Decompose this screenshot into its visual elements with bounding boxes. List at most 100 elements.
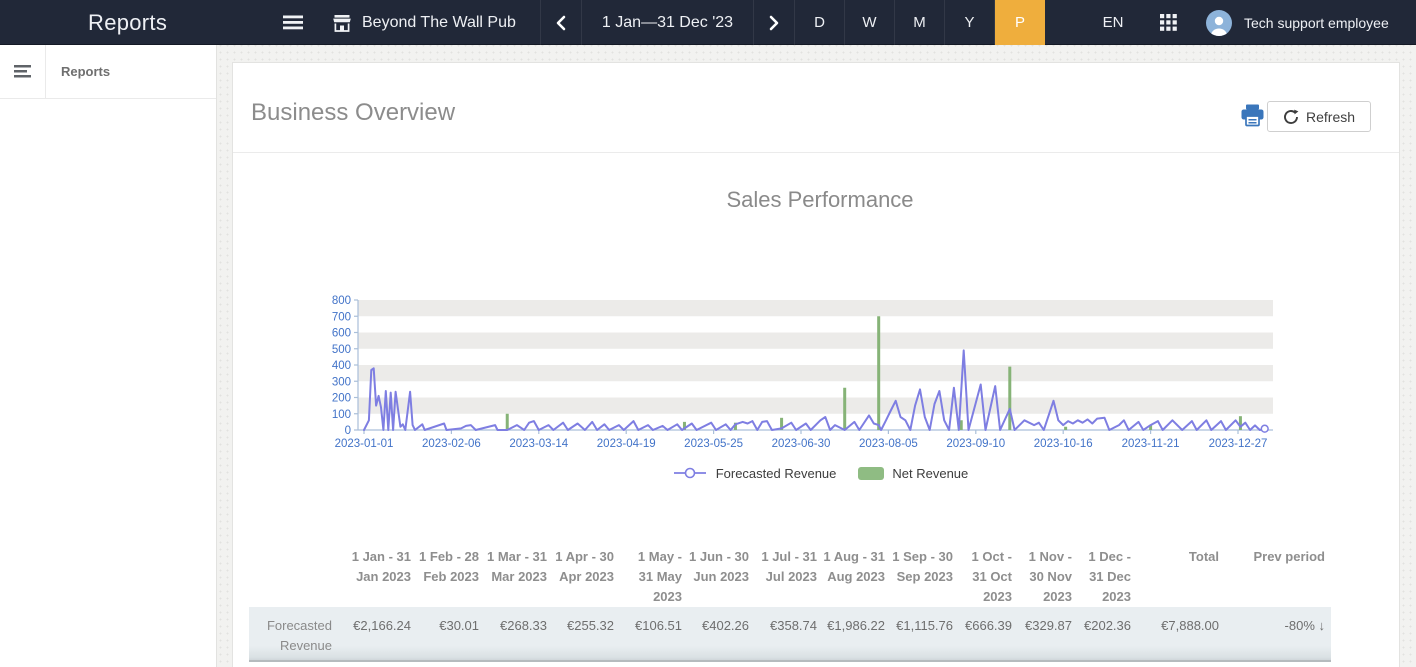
table-value-cell: €106.51 <box>620 607 688 661</box>
refresh-icon <box>1283 109 1299 125</box>
table-value-cell: €1,115.76 <box>891 607 959 661</box>
print-button[interactable] <box>1239 104 1265 128</box>
chart-title: Sales Performance <box>249 187 1391 213</box>
hamburger-menu-icon[interactable] <box>279 0 307 45</box>
y-tick-label: 200 <box>332 393 351 405</box>
table-value-cell: €402.26 <box>688 607 755 661</box>
y-tick-label: 400 <box>332 360 351 372</box>
x-tick-label: 2023-11-21 <box>1122 438 1180 450</box>
table-value-cell: €255.32 <box>553 607 620 661</box>
table-value-cell: €30.01 <box>417 607 485 661</box>
table-header-cell: 1 May - 31 May 2023 <box>620 533 688 607</box>
store-name: Beyond The Wall Pub <box>362 14 516 32</box>
period-button-y[interactable]: Y <box>945 0 995 45</box>
sidebar-item-reports[interactable]: Reports <box>46 45 110 98</box>
apps-grid-icon[interactable] <box>1156 0 1180 45</box>
chart-stripe <box>358 365 1273 381</box>
store-selector[interactable]: Beyond The Wall Pub <box>332 0 516 45</box>
net-revenue-bar <box>506 414 509 430</box>
list-menu-icon <box>14 65 31 78</box>
x-tick-label: 2023-01-01 <box>335 438 394 450</box>
report-table-container: 1 Jan - 31 Jan 20231 Feb - 28 Feb 20231 … <box>249 533 1331 662</box>
sidebar-collapse-button[interactable] <box>0 45 46 98</box>
user-name[interactable]: Tech support employee <box>1244 0 1389 45</box>
table-header-row: 1 Jan - 31 Jan 20231 Feb - 28 Feb 20231 … <box>249 533 1331 607</box>
table-value-cell: €1,986.22 <box>823 607 891 661</box>
y-tick-label: 800 <box>332 295 351 307</box>
net-revenue-bar <box>1008 367 1011 430</box>
grid-3x3-icon <box>1160 14 1177 31</box>
row-label-cell: Forecasted Revenue <box>249 607 338 661</box>
sidebar-header: Reports <box>0 45 216 99</box>
legend-item-net-revenue[interactable]: Net Revenue <box>858 466 968 481</box>
legend-label: Net Revenue <box>892 466 968 481</box>
refresh-label: Refresh <box>1306 109 1355 125</box>
table-header-cell-empty <box>249 533 338 607</box>
table-header-cell: 1 Nov - 30 Nov 2023 <box>1018 533 1078 607</box>
chart-stripe <box>358 398 1273 414</box>
table-header-cell: 1 Dec - 31 Dec 2023 <box>1078 533 1137 607</box>
x-tick-label: 2023-05-25 <box>684 438 743 450</box>
net-revenue-bar <box>1239 416 1242 430</box>
table-value-cell: €329.87 <box>1018 607 1078 661</box>
table-header-cell: 1 Sep - 30 Sep 2023 <box>891 533 959 607</box>
y-tick-label: 0 <box>345 425 351 437</box>
next-period-button[interactable] <box>753 0 795 45</box>
period-button-d[interactable]: D <box>795 0 845 45</box>
app-title: Reports <box>88 0 167 45</box>
period-button-group: DWMYP <box>795 0 1045 45</box>
table-header-cell: 1 Feb - 28 Feb 2023 <box>417 533 485 607</box>
chart-legend: Forecasted Revenue Net Revenue <box>249 463 1391 483</box>
table-header-cell: 1 Jun - 30 Jun 2023 <box>688 533 755 607</box>
x-tick-label: 2023-04-19 <box>597 438 656 450</box>
table-header-cell: Total <box>1137 533 1225 607</box>
period-button-m[interactable]: M <box>895 0 945 45</box>
y-tick-label: 600 <box>332 328 351 340</box>
x-tick-label: 2023-06-30 <box>772 438 831 450</box>
language-selector[interactable]: EN <box>1096 0 1130 45</box>
table-value-cell: €666.39 <box>959 607 1018 661</box>
line-marker-icon <box>672 466 708 480</box>
table-row: Forecasted Revenue€2,166.24€30.01€268.33… <box>249 607 1331 661</box>
refresh-button[interactable]: Refresh <box>1267 101 1371 132</box>
y-tick-label: 300 <box>332 376 351 388</box>
top-header-bar: Reports Beyond The Wall Pub 1 Jan—31 Dec… <box>0 0 1416 45</box>
person-icon <box>1206 12 1232 36</box>
table-value-cell: €358.74 <box>755 607 823 661</box>
y-tick-label: 500 <box>332 344 351 356</box>
period-button-p[interactable]: P <box>995 0 1045 45</box>
net-revenue-bar <box>843 388 846 430</box>
chevron-left-icon <box>555 15 567 31</box>
line-point-marker <box>1261 425 1268 432</box>
bar-swatch-icon <box>858 467 884 480</box>
table-header-cell: 1 Jan - 31 Jan 2023 <box>338 533 417 607</box>
chart-stripe <box>358 333 1273 349</box>
x-tick-label: 2023-10-16 <box>1034 438 1093 450</box>
sales-performance-chart: 01002003004005006007008002023-01-012023-… <box>249 289 1391 461</box>
x-tick-label: 2023-09-10 <box>946 438 1005 450</box>
user-avatar[interactable] <box>1206 0 1232 45</box>
avatar[interactable] <box>1206 10 1232 36</box>
legend-label: Forecasted Revenue <box>716 466 837 481</box>
table-header-cell: 1 Mar - 31 Mar 2023 <box>485 533 553 607</box>
y-tick-label: 700 <box>332 311 351 323</box>
table-header-cell: 1 Jul - 31 Jul 2023 <box>755 533 823 607</box>
chevron-right-icon <box>768 15 780 31</box>
table-value-cell: €268.33 <box>485 607 553 661</box>
printer-icon <box>1240 104 1265 127</box>
x-tick-label: 2023-08-05 <box>859 438 918 450</box>
net-revenue-bar <box>1064 427 1067 430</box>
table-value-cell: €2,166.24 <box>338 607 417 661</box>
panel-header: Business Overview Refresh <box>233 63 1399 153</box>
content-panel: Business Overview Refresh Sales Performa… <box>232 62 1400 667</box>
sales-performance-table: 1 Jan - 31 Jan 20231 Feb - 28 Feb 20231 … <box>249 533 1331 662</box>
storefront-icon <box>332 14 352 32</box>
period-button-w[interactable]: W <box>845 0 895 45</box>
previous-period-button[interactable] <box>540 0 582 45</box>
table-value-cell: -80% ↓ <box>1225 607 1331 661</box>
sidebar: Reports Syrve App ver: 8.7.5.78660 <box>0 45 217 667</box>
date-range-display[interactable]: 1 Jan—31 Dec '23 <box>582 0 753 45</box>
x-tick-label: 2023-02-06 <box>422 438 481 450</box>
table-header-cell: 1 Aug - 31 Aug 2023 <box>823 533 891 607</box>
legend-item-forecasted-revenue[interactable]: Forecasted Revenue <box>672 466 837 481</box>
